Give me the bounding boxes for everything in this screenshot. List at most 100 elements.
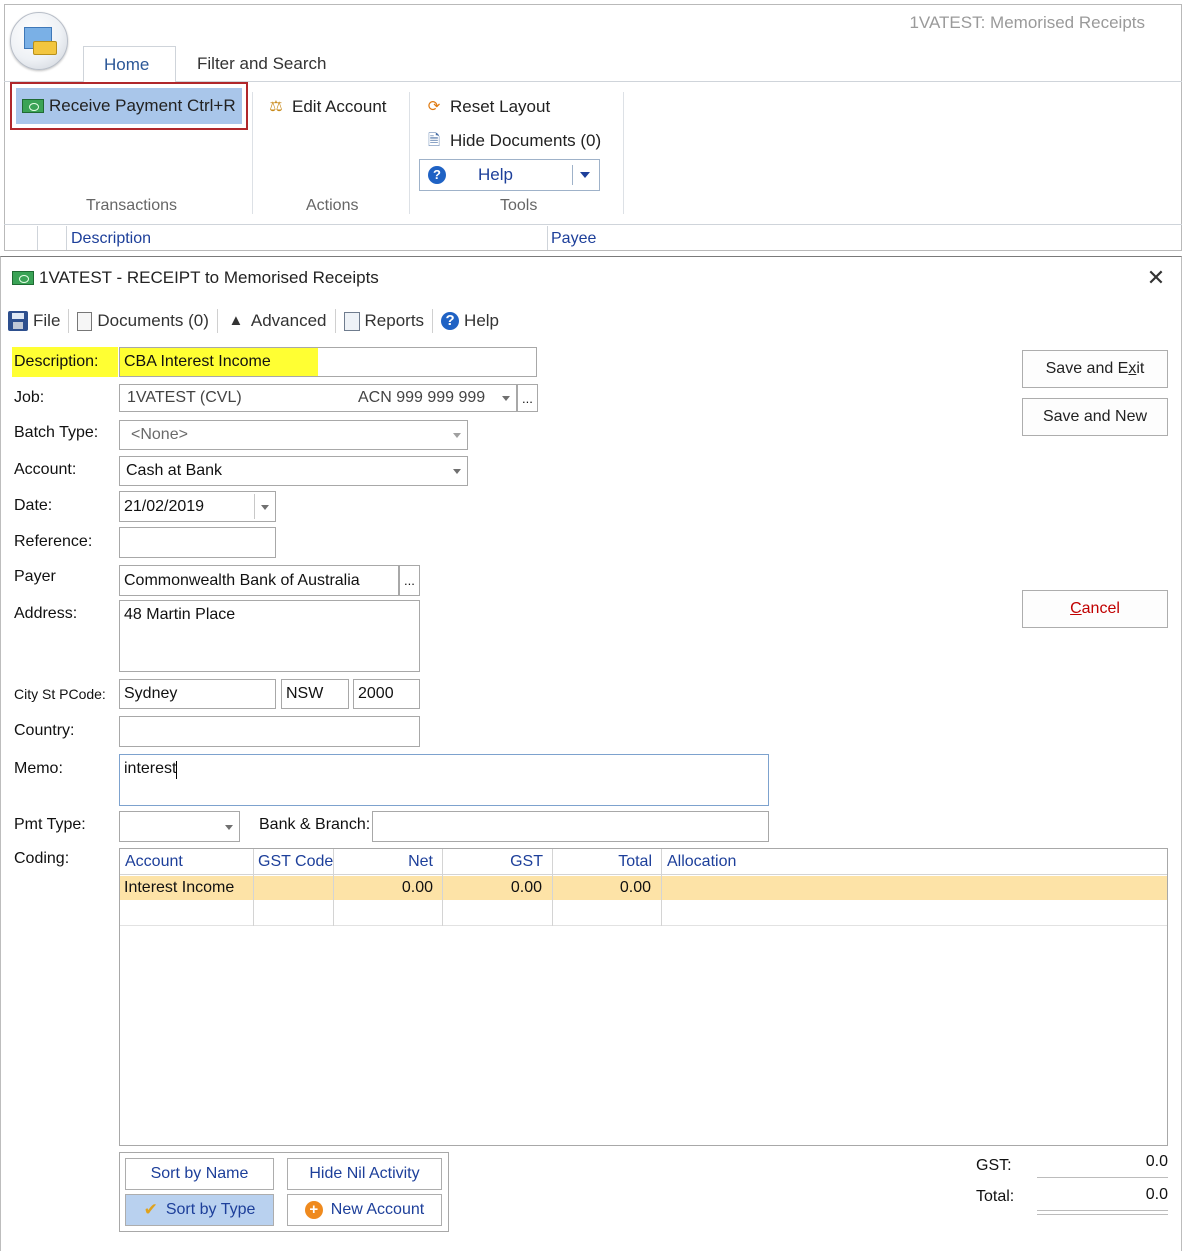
- pmt-type-select[interactable]: [119, 811, 240, 842]
- country-input[interactable]: [119, 716, 420, 747]
- hide-documents-button[interactable]: 🗎 Hide Documents (0): [424, 128, 601, 154]
- account-value: Cash at Bank: [126, 462, 223, 479]
- reset-layout-label: Reset Layout: [450, 97, 551, 116]
- app-menu-orb-icon[interactable]: [10, 12, 68, 70]
- tab-filter-and-search[interactable]: Filter and Search: [177, 46, 346, 82]
- edit-account-label: Edit Account: [292, 97, 387, 116]
- city-state-postcode-label: City St PCode:: [14, 686, 106, 702]
- postcode-input[interactable]: 2000: [353, 679, 420, 709]
- description-input[interactable]: CBA Interest Income: [119, 347, 537, 377]
- payer-label: Payer: [14, 568, 56, 585]
- hide-nil-activity-button[interactable]: Hide Nil Activity: [287, 1158, 442, 1190]
- group-label-actions: Actions: [306, 197, 359, 214]
- date-label: Date:: [14, 497, 53, 514]
- grid-column-separator: [442, 849, 443, 926]
- chevron-down-icon[interactable]: [580, 172, 590, 178]
- advanced-label: Advanced: [250, 311, 327, 330]
- bank-branch-input[interactable]: [372, 811, 769, 842]
- column-header-total[interactable]: Total: [552, 849, 652, 875]
- chevron-down-icon[interactable]: [261, 505, 269, 510]
- column-header-gst-code[interactable]: GST Code: [258, 849, 333, 875]
- grand-total-label: Total:: [976, 1188, 1015, 1205]
- grid-header-line: [4, 224, 1182, 225]
- sort-by-type-button[interactable]: ✔ Sort by Type: [125, 1194, 274, 1226]
- save-exit-label-b: it: [1136, 360, 1145, 377]
- cancel-button[interactable]: Cancel: [1022, 590, 1168, 628]
- coding-grid[interactable]: Account GST Code Net GST Total Allocatio…: [119, 848, 1168, 1146]
- account-select[interactable]: Cash at Bank: [119, 456, 468, 486]
- column-header-payee[interactable]: Payee: [551, 230, 596, 248]
- state-input[interactable]: NSW: [281, 679, 349, 709]
- payer-ellipsis-button[interactable]: ...: [399, 565, 420, 596]
- date-picker[interactable]: 21/02/2019: [119, 491, 276, 522]
- grid-actions-panel: Sort by Name Hide Nil Activity ✔ Sort by …: [119, 1152, 449, 1232]
- grand-total-value: 0.0: [1145, 1186, 1168, 1203]
- gst-total-value: 0.0: [1145, 1153, 1168, 1170]
- save-new-label: Save and New: [1042, 408, 1148, 425]
- address-label: Address:: [14, 605, 78, 622]
- column-header-account[interactable]: Account: [125, 849, 183, 875]
- cell-total[interactable]: 0.00: [551, 876, 651, 900]
- cell-account[interactable]: Interest Income: [124, 876, 234, 900]
- text-cursor: [176, 761, 178, 779]
- job-label: Job:: [14, 389, 45, 406]
- cell-net[interactable]: 0.00: [333, 876, 433, 900]
- reports-menu[interactable]: Reports: [336, 306, 433, 336]
- total-double-underline: [1037, 1214, 1168, 1215]
- sort-by-name-button[interactable]: Sort by Name: [125, 1158, 274, 1190]
- job-select[interactable]: 1VATEST (CVL) ACN 999 999 999: [119, 384, 517, 412]
- documents-menu[interactable]: Documents (0): [69, 306, 216, 336]
- group-label-transactions: Transactions: [86, 197, 177, 214]
- batch-type-select[interactable]: <None>: [119, 420, 468, 450]
- payer-input[interactable]: Commonwealth Bank of Australia: [119, 565, 399, 596]
- help-icon: ?: [428, 166, 446, 184]
- save-exit-label-hotkey: x: [1128, 360, 1137, 377]
- help-dropdown-button[interactable]: ? Help: [419, 159, 600, 191]
- dialog-title-text: 1VATEST - RECEIPT to Memorised Receipts: [39, 268, 379, 287]
- column-header-net[interactable]: Net: [333, 849, 433, 875]
- memo-textarea[interactable]: interest: [119, 754, 769, 806]
- pmt-type-label: Pmt Type:: [14, 816, 86, 833]
- file-menu[interactable]: File: [6, 306, 68, 336]
- save-and-new-button[interactable]: Save and New: [1022, 398, 1168, 436]
- report-icon: [343, 311, 360, 331]
- close-icon[interactable]: ✕: [1144, 266, 1168, 290]
- reset-layout-button[interactable]: ⟳ Reset Layout: [424, 94, 550, 120]
- reference-input[interactable]: [119, 527, 276, 558]
- group-separator: [623, 92, 624, 214]
- column-header-allocation[interactable]: Allocation: [667, 849, 736, 875]
- table-row-empty[interactable]: [120, 900, 1167, 926]
- save-and-exit-button[interactable]: Save and Ex it: [1022, 350, 1168, 388]
- wizard-hat-icon: ▲: [228, 312, 244, 329]
- reset-icon: ⟳: [427, 98, 441, 115]
- tab-home[interactable]: Home: [83, 46, 176, 82]
- help-divider: [572, 165, 573, 185]
- hide-nil-activity-label: Hide Nil Activity: [309, 1165, 420, 1182]
- money-icon: [22, 99, 44, 113]
- chevron-down-icon: [453, 433, 461, 438]
- job-ellipsis-button[interactable]: ...: [517, 384, 538, 412]
- description-label: Description:: [12, 347, 118, 377]
- coding-grid-header: Account GST Code Net GST Total Allocatio…: [120, 849, 1167, 875]
- job-acn: ACN 999 999 999: [358, 389, 486, 406]
- column-header-description[interactable]: Description: [71, 230, 151, 248]
- edit-account-button[interactable]: ⚖ Edit Account: [266, 94, 387, 120]
- cell-gst[interactable]: 0.00: [442, 876, 542, 900]
- receive-payment-label: Receive Payment Ctrl+R: [49, 96, 236, 115]
- city-input[interactable]: Sydney: [119, 679, 276, 709]
- table-row[interactable]: Interest Income 0.00 0.00 0.00: [120, 876, 1167, 900]
- reference-label: Reference:: [14, 533, 93, 550]
- receive-payment-button[interactable]: Receive Payment Ctrl+R: [10, 82, 248, 130]
- grid-column-separator: [37, 226, 38, 250]
- coding-label: Coding:: [14, 850, 70, 867]
- address-textarea[interactable]: 48 Martin Place: [119, 600, 420, 672]
- grid-column-separator: [552, 849, 553, 926]
- advanced-menu[interactable]: ▲ Advanced: [218, 306, 335, 336]
- batch-type-value: <None>: [131, 426, 188, 443]
- total-underline: [1037, 1177, 1168, 1178]
- help-menu[interactable]: ? Help: [433, 306, 507, 336]
- cancel-label: ancel: [1081, 600, 1120, 617]
- new-account-button[interactable]: + New Account: [287, 1194, 442, 1226]
- column-header-gst[interactable]: GST: [443, 849, 543, 875]
- grid-column-separator: [661, 849, 662, 926]
